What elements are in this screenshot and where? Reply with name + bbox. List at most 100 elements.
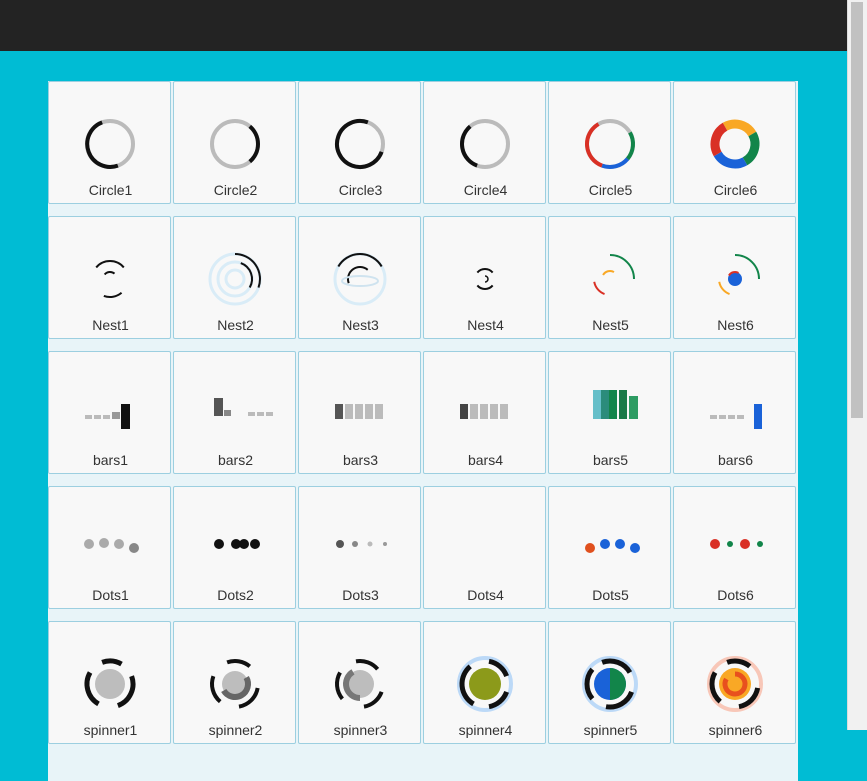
arc — [713, 151, 748, 169]
arc — [718, 281, 730, 295]
loader-label: Dots3 — [342, 587, 379, 603]
loader-tile[interactable]: bars5 — [548, 351, 671, 474]
arc — [742, 131, 760, 166]
dot — [600, 539, 610, 549]
arc — [593, 281, 605, 295]
bar — [754, 404, 762, 429]
dot — [250, 539, 260, 549]
bar — [719, 415, 726, 419]
loader-tile[interactable]: bars1 — [48, 351, 171, 474]
bar — [248, 412, 255, 416]
arc — [337, 253, 383, 268]
bar — [737, 415, 744, 419]
loader-tile[interactable]: Circle5 — [548, 81, 671, 204]
loader-tile[interactable]: bars3 — [298, 351, 421, 474]
loader-label: Circle4 — [463, 182, 508, 198]
loader-tile[interactable]: Nest3 — [298, 216, 421, 339]
loader-tile[interactable]: spinner2 — [173, 621, 296, 744]
arc — [709, 671, 722, 704]
loader-tile[interactable]: spinner6 — [673, 621, 796, 744]
loader-label: bars6 — [717, 452, 754, 468]
scrollbar-thumb[interactable] — [851, 2, 863, 418]
loader-tile[interactable]: Nest2 — [173, 216, 296, 339]
loader-tile[interactable]: bars4 — [423, 351, 546, 474]
dot — [129, 543, 139, 553]
loader-tile[interactable]: spinner3 — [298, 621, 421, 744]
bar — [112, 412, 120, 419]
loader-label: Circle6 — [713, 182, 758, 198]
arc — [484, 275, 489, 283]
dot — [352, 541, 358, 547]
loader-tile[interactable]: spinner5 — [548, 621, 671, 744]
loader-label: Circle2 — [213, 182, 258, 198]
loader-tile[interactable]: Nest6 — [673, 216, 796, 339]
arc — [609, 254, 635, 280]
dot — [84, 539, 94, 549]
arc — [476, 268, 494, 274]
arc — [726, 658, 752, 669]
bar — [629, 396, 638, 419]
ring — [224, 268, 246, 290]
loader-tile[interactable]: Circle6 — [673, 81, 796, 204]
dot — [99, 538, 109, 548]
loader-tile[interactable]: Dots3 — [298, 486, 421, 609]
loader-tile[interactable]: Circle3 — [298, 81, 421, 204]
loader-tile[interactable]: Circle1 — [48, 81, 171, 204]
arc — [85, 120, 119, 169]
loader-label: bars1 — [92, 452, 129, 468]
loader-label: Dots6 — [717, 587, 754, 603]
loader-tile[interactable]: spinner4 — [423, 621, 546, 744]
loader-label: spinner4 — [458, 722, 513, 738]
center-disc — [95, 669, 125, 699]
dot — [239, 539, 249, 549]
bar — [266, 412, 273, 416]
half-disc — [610, 668, 626, 700]
bar — [365, 404, 373, 419]
arc — [626, 131, 635, 161]
bar — [375, 404, 383, 419]
dot — [740, 539, 750, 549]
loader-tile[interactable]: Dots1 — [48, 486, 171, 609]
loader-gallery: Circle1 Circle2 Circle3 Circle4 Circle5 Circl… — [48, 81, 798, 781]
bar — [728, 415, 735, 419]
loader-label: bars4 — [467, 452, 504, 468]
loader-label: Nest5 — [592, 317, 629, 333]
loader-tile[interactable]: Dots5 — [548, 486, 671, 609]
dot — [757, 541, 763, 547]
bar — [214, 398, 223, 416]
arc — [476, 284, 494, 290]
loader-tile[interactable]: Nest4 — [423, 216, 546, 339]
arc — [710, 122, 728, 157]
loader-tile[interactable]: Dots6 — [673, 486, 796, 609]
dot — [383, 542, 387, 546]
loader-label: Dots5 — [592, 587, 629, 603]
loader-label: Dots1 — [92, 587, 129, 603]
loader-label: Nest1 — [92, 317, 129, 333]
center-disc — [469, 668, 501, 700]
loader-tile[interactable]: Circle2 — [173, 81, 296, 204]
arc — [248, 124, 260, 164]
dot — [367, 541, 373, 547]
loader-tile[interactable]: spinner1 — [48, 621, 171, 744]
bar — [710, 415, 717, 419]
arc — [602, 270, 615, 276]
loader-tile[interactable]: Dots4 — [423, 486, 546, 609]
loader-label: bars3 — [342, 452, 379, 468]
loader-tile[interactable]: Circle4 — [423, 81, 546, 204]
loader-tile[interactable]: Nest1 — [48, 216, 171, 339]
loader-tile[interactable]: bars2 — [173, 351, 296, 474]
dot — [585, 543, 595, 553]
loader-tile[interactable]: Nest5 — [548, 216, 671, 339]
dot — [727, 541, 733, 547]
arc — [335, 671, 344, 701]
dot — [114, 539, 124, 549]
bar — [480, 404, 488, 419]
bar — [593, 390, 601, 419]
loader-tile[interactable]: bars6 — [673, 351, 796, 474]
arc — [103, 291, 123, 298]
loader-tile[interactable]: Dots2 — [173, 486, 296, 609]
bar — [257, 412, 264, 416]
bar — [490, 404, 498, 419]
loader-label: spinner3 — [333, 722, 388, 738]
vertical-scrollbar[interactable] — [847, 0, 867, 730]
